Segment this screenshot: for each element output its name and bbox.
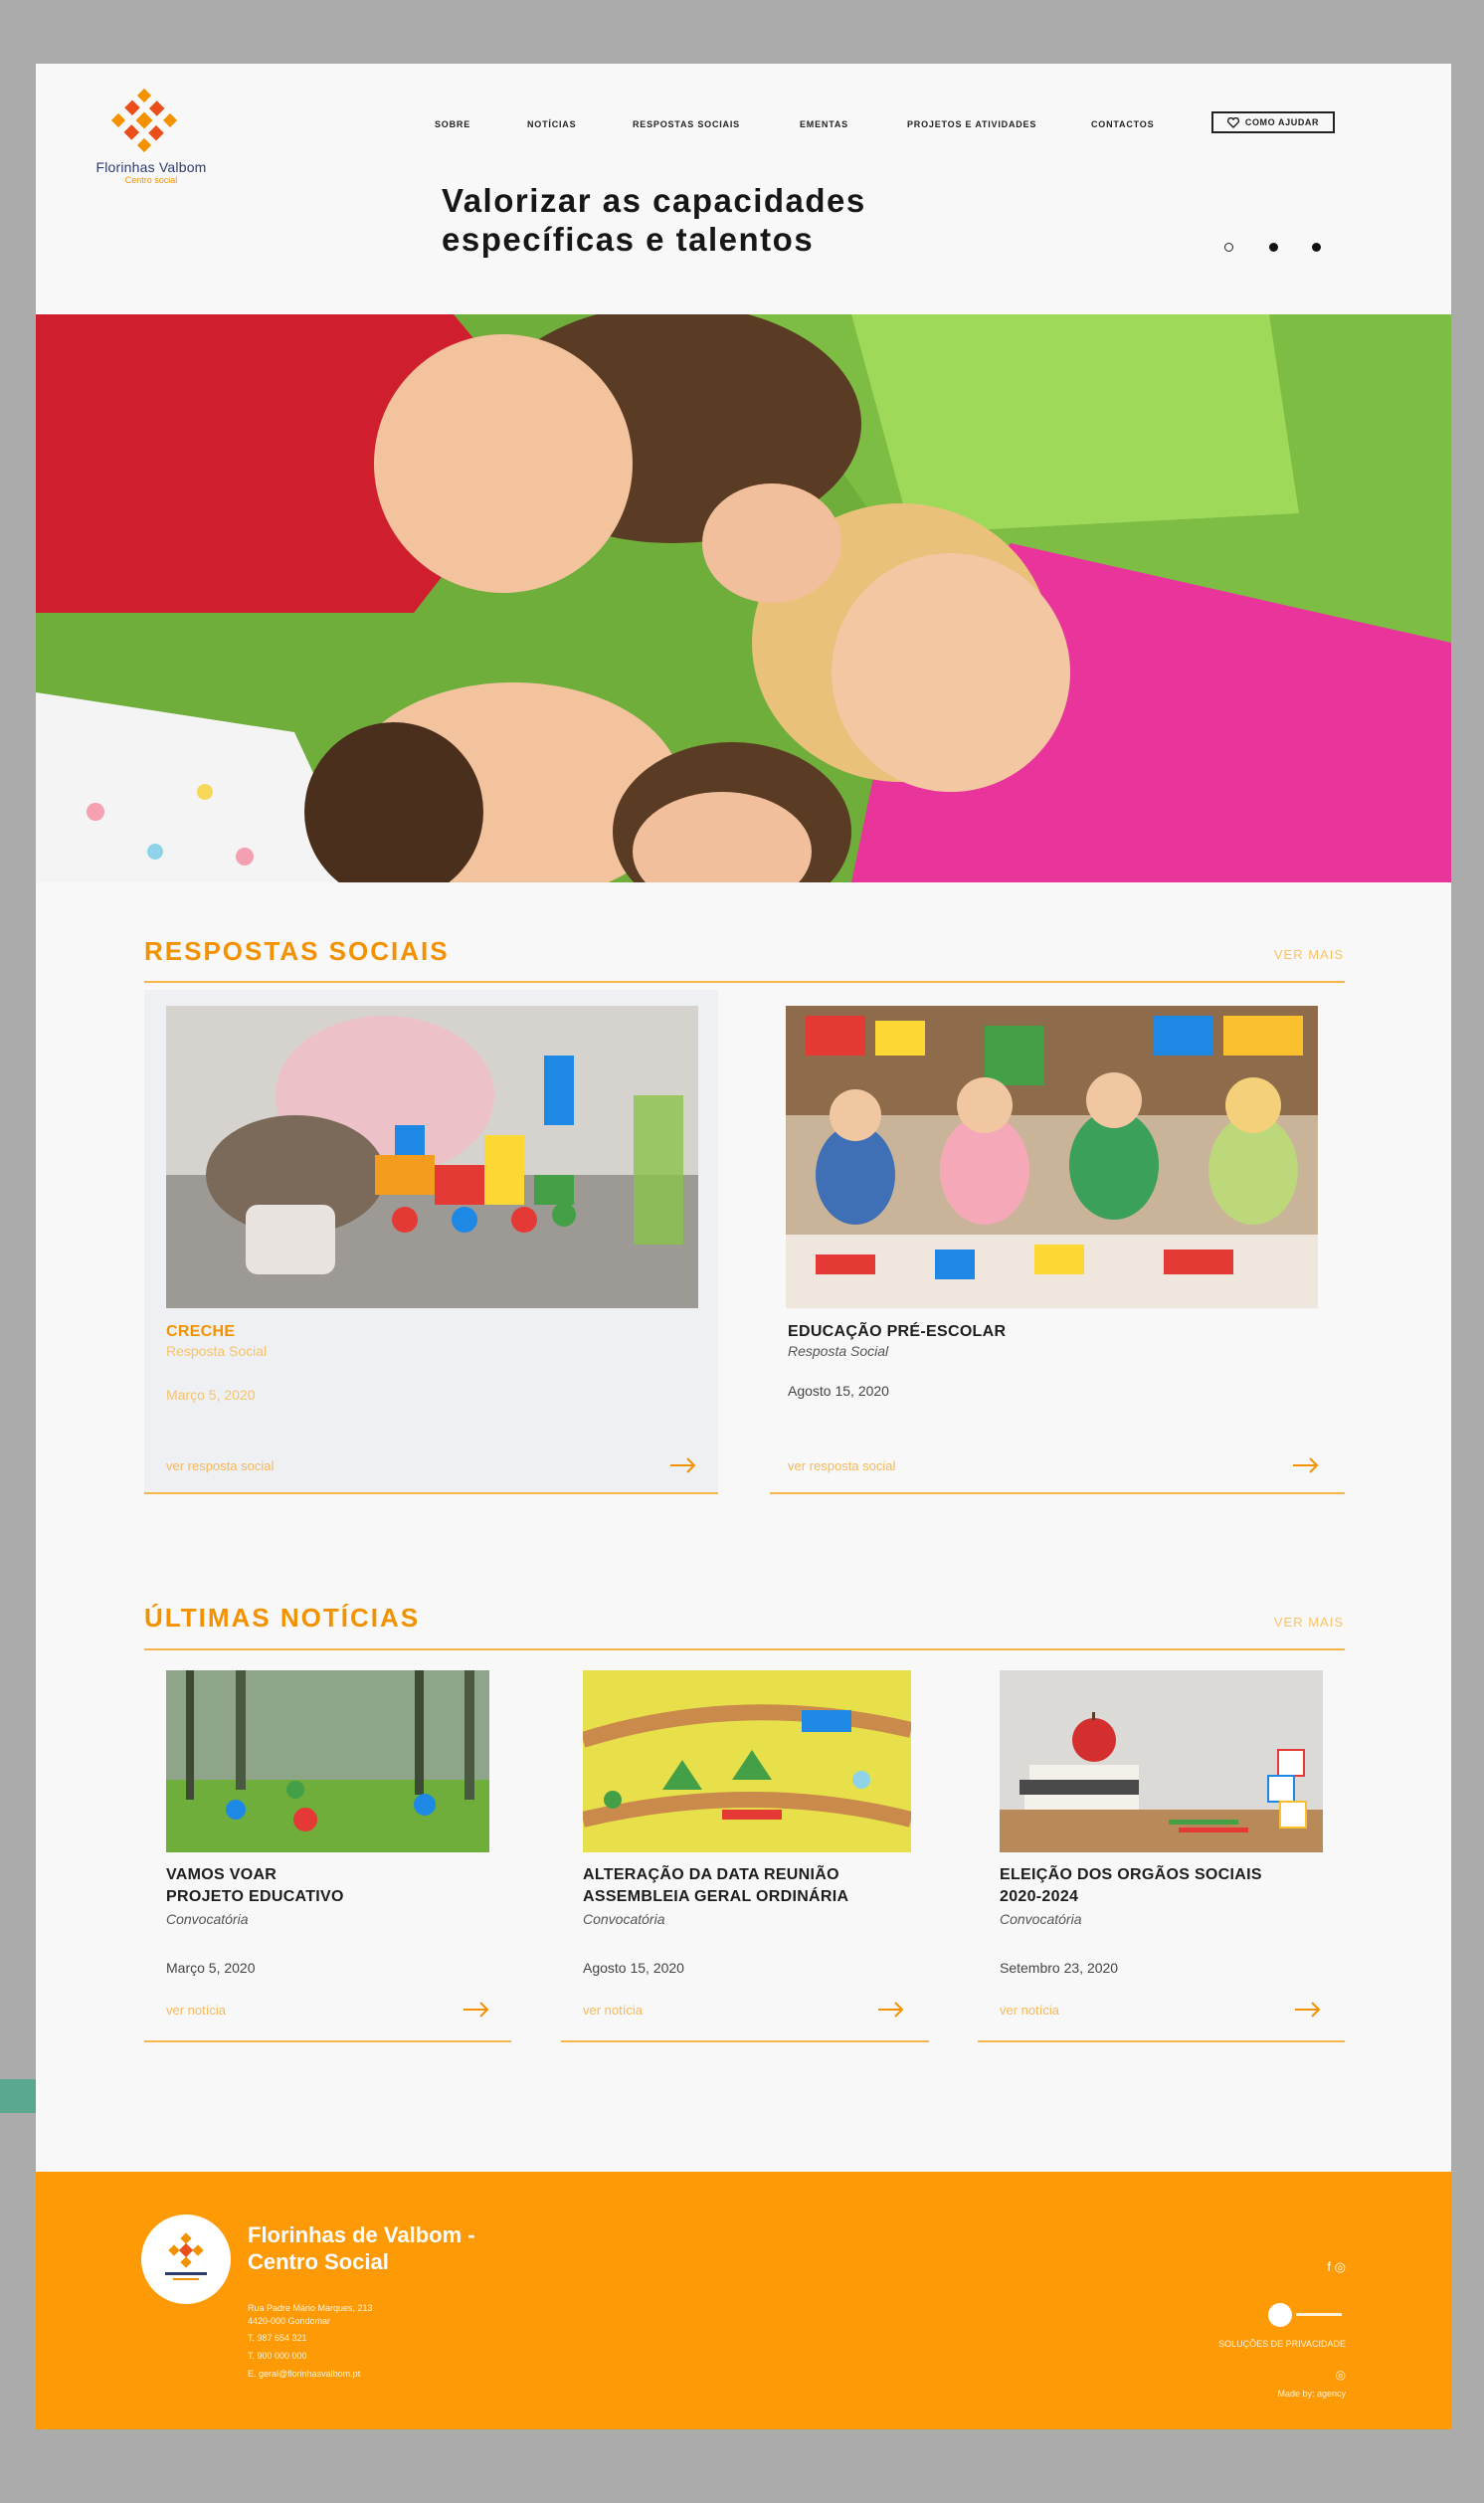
footer-settings-icon[interactable]: ◎ — [1336, 2368, 1346, 2382]
news-1-title-line2: PROJETO EDUCATIVO — [166, 1888, 344, 1905]
news-1-arrow-icon[interactable] — [462, 2001, 491, 2019]
brand-subtitle: Centro social — [124, 175, 178, 185]
news-3-title-line1: ELEIÇÃO DOS ORGÃOS SOCIAIS — [1000, 1866, 1262, 1883]
news-2-title-line2: ASSEMBLEIA GERAL ORDINÁRIA — [583, 1888, 849, 1905]
pre-escolar-category: Resposta Social — [788, 1343, 889, 1359]
news-2-rule — [561, 2040, 929, 2042]
pre-escolar-link[interactable]: ver resposta social — [788, 1458, 895, 1473]
news-1-link[interactable]: ver notícia — [166, 2003, 226, 2018]
news-2-link[interactable]: ver notícia — [583, 2003, 643, 2018]
news-3-title[interactable]: ELEIÇÃO DOS ORGÃOS SOCIAIS 2020-2024 — [1000, 1864, 1262, 1908]
nav-respostas-sociais[interactable]: RESPOSTAS SOCIAIS — [633, 119, 740, 129]
footer-email[interactable]: E. geral@florinhasvalbom.pt — [248, 2369, 360, 2379]
news-1-title-line1: VAMOS VOAR — [166, 1866, 278, 1883]
nav-contactos[interactable]: CONTACTOS — [1091, 119, 1154, 129]
news-2-image — [583, 1670, 911, 1852]
news-3-date: Setembro 23, 2020 — [1000, 1960, 1119, 1976]
hero-headline-line2: específicas e talentos — [442, 221, 815, 258]
creche-category: Resposta Social — [166, 1343, 268, 1359]
nav-projetos-atividades[interactable]: PROJETOS E ATIVIDADES — [907, 119, 1036, 129]
pre-escolar-date: Agosto 15, 2020 — [788, 1383, 889, 1399]
news-2-category: Convocatória — [583, 1911, 665, 1927]
nav-sobre[interactable]: SOBRE — [435, 119, 470, 129]
page: Florinhas Valbom Centro social SOBRE NOT… — [36, 64, 1451, 2429]
footer-credit[interactable]: Made by: agency — [1277, 2389, 1346, 2399]
creche-title[interactable]: CRECHE — [166, 1321, 235, 1343]
partner-logo-icon — [1268, 2303, 1342, 2327]
news-2-title[interactable]: ALTERAÇÃO DA DATA REUNIÃO ASSEMBLEIA GER… — [583, 1864, 848, 1908]
partner-logo[interactable] — [1266, 2301, 1346, 2329]
side-tab[interactable] — [0, 2079, 36, 2113]
news-2-arrow-icon[interactable] — [876, 2001, 906, 2019]
news-3-image — [1000, 1670, 1323, 1852]
hero-headline-line1: Valorizar as capacidades — [442, 182, 866, 219]
news-3-link[interactable]: ver notícia — [1000, 2003, 1059, 2018]
footer-logo-icon — [165, 2232, 207, 2280]
brand-name: Florinhas Valbom — [95, 159, 207, 175]
creche-arrow-icon[interactable] — [668, 1456, 698, 1474]
news-3-title-line2: 2020-2024 — [1000, 1888, 1079, 1905]
news-3-category: Convocatória — [1000, 1911, 1082, 1927]
noticias-divider — [144, 1648, 1345, 1650]
hero-headline: Valorizar as capacidades específicas e t… — [442, 181, 999, 259]
slider-dot-2[interactable] — [1269, 243, 1278, 252]
pre-escolar-arrow-icon[interactable] — [1291, 1456, 1321, 1474]
respostas-divider — [144, 981, 1345, 983]
footer-logo[interactable] — [141, 2214, 231, 2304]
como-ajudar-button[interactable]: COMO AJUDAR — [1211, 111, 1335, 133]
nav-noticias[interactable]: NOTÍCIAS — [527, 119, 576, 129]
footer: Florinhas de Valbom - Centro Social Rua … — [36, 2172, 1451, 2429]
news-2-date: Agosto 15, 2020 — [583, 1960, 684, 1976]
hero-image — [36, 314, 1451, 882]
footer-brand-line1: Florinhas de Valbom - — [248, 2222, 475, 2247]
noticias-section-title: ÚLTIMAS NOTÍCIAS — [144, 1603, 421, 1633]
florinhas-logo-icon[interactable] — [107, 86, 181, 155]
footer-address-2: 4420-000 Gondomar — [248, 2316, 331, 2326]
footer-address-1: Rua Padre Mário Marques, 213 — [248, 2303, 373, 2313]
footer-phone-1[interactable]: T. 987 654 321 — [248, 2333, 307, 2343]
footer-social-icons[interactable]: f ◎ — [1327, 2259, 1346, 2275]
creche-rule — [144, 1492, 718, 1494]
news-3-rule — [978, 2040, 1345, 2042]
creche-link[interactable]: ver resposta social — [166, 1458, 274, 1473]
respostas-ver-mais-link[interactable]: VER MAIS — [1274, 947, 1344, 962]
nav-ementas[interactable]: EMENTAS — [800, 119, 848, 129]
news-2-title-line1: ALTERAÇÃO DA DATA REUNIÃO — [583, 1866, 839, 1883]
news-1-title[interactable]: VAMOS VOAR PROJETO EDUCATIVO — [166, 1864, 344, 1908]
footer-brand-name: Florinhas de Valbom - Centro Social — [248, 2221, 475, 2275]
pre-escolar-image — [786, 1006, 1318, 1308]
news-1-date: Março 5, 2020 — [166, 1960, 256, 1976]
como-ajudar-label: COMO AJUDAR — [1244, 117, 1320, 127]
news-1-rule — [144, 2040, 511, 2042]
pre-escolar-title[interactable]: EDUCAÇÃO PRÉ-ESCOLAR — [788, 1321, 1006, 1343]
creche-date: Março 5, 2020 — [166, 1387, 256, 1403]
noticias-ver-mais-link[interactable]: VER MAIS — [1274, 1615, 1344, 1630]
news-1-category: Convocatória — [166, 1911, 249, 1927]
footer-phone-2[interactable]: T. 900 000 000 — [248, 2351, 307, 2361]
slider-dot-3[interactable] — [1312, 243, 1321, 252]
news-1-image — [166, 1670, 489, 1852]
pre-escolar-rule — [770, 1492, 1345, 1494]
creche-image — [166, 1006, 698, 1308]
news-3-arrow-icon[interactable] — [1293, 2001, 1323, 2019]
respostas-section-title: RESPOSTAS SOCIAIS — [144, 936, 450, 966]
slider-dot-1[interactable] — [1224, 243, 1233, 252]
heart-icon — [1226, 116, 1239, 128]
footer-brand-line2: Centro Social — [248, 2249, 389, 2274]
partner-label: SOLUÇÕES DE PRIVACIDADE — [1218, 2339, 1346, 2349]
